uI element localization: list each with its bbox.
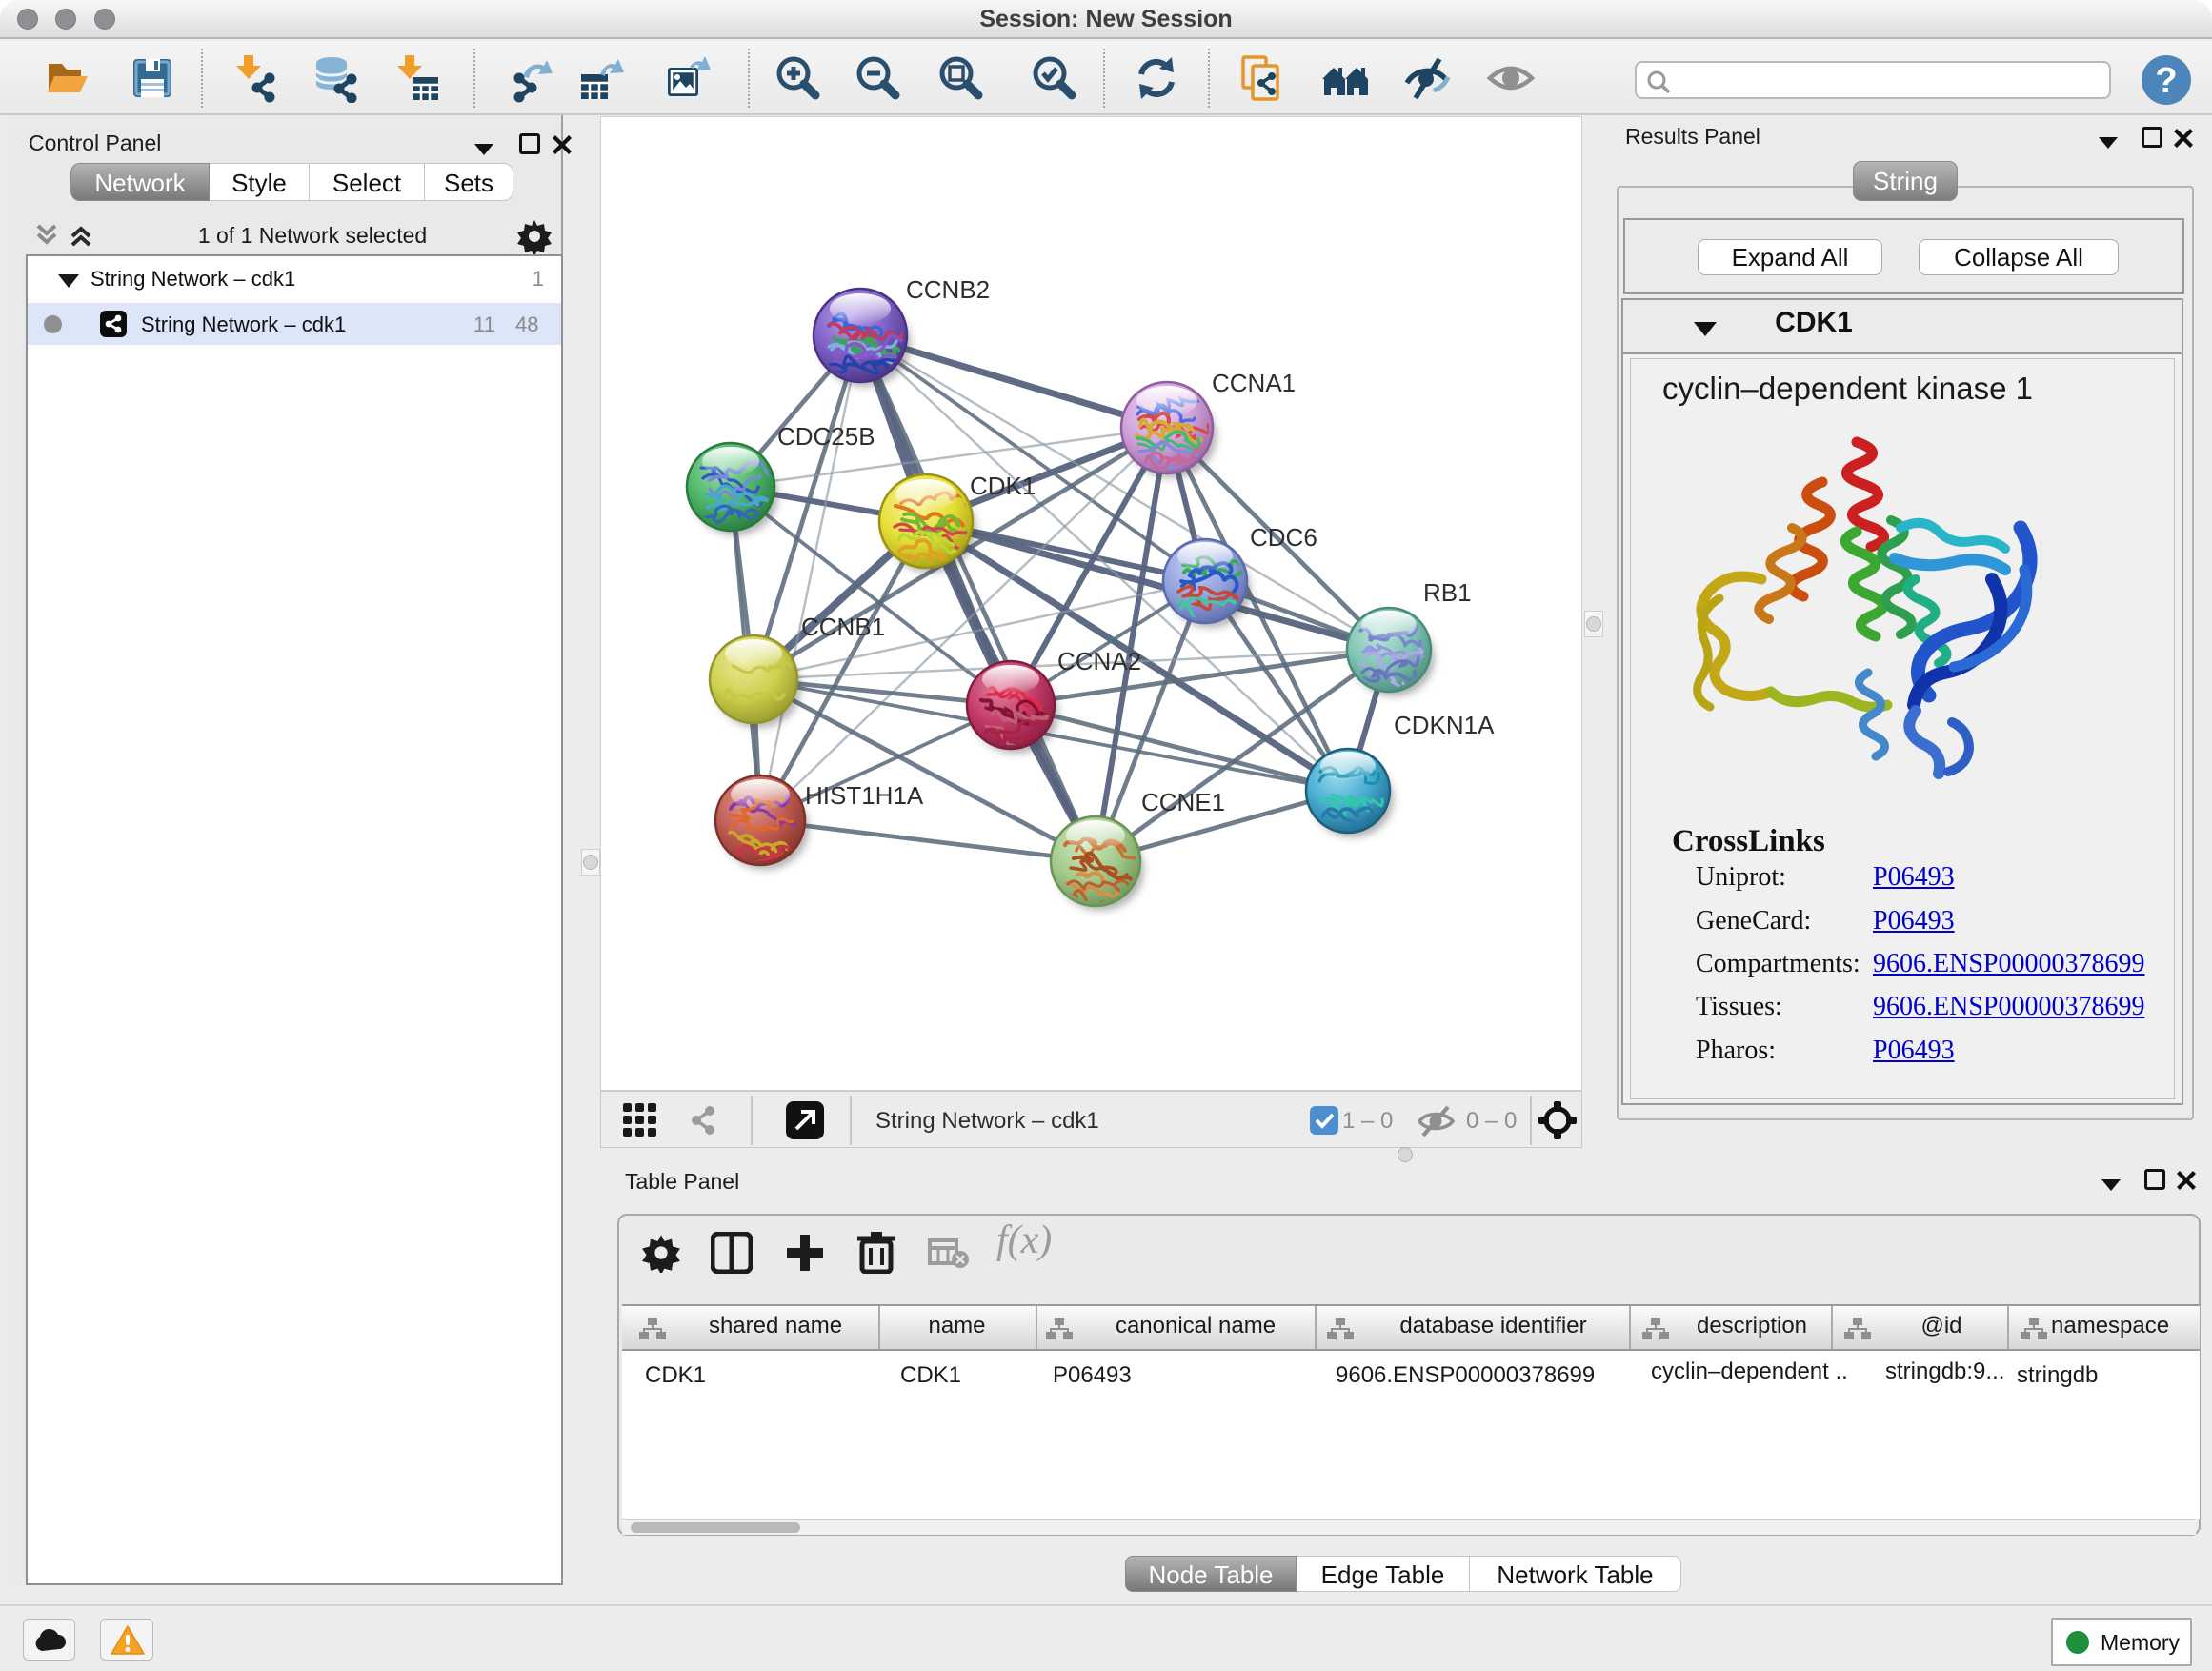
svg-text:RB1: RB1: [1423, 578, 1472, 607]
svg-text:?: ?: [2155, 61, 2177, 101]
svg-text:CCNA1: CCNA1: [1212, 369, 1296, 397]
svg-text:CCNA2: CCNA2: [1057, 647, 1141, 675]
svg-text:HIST1H1A: HIST1H1A: [805, 781, 924, 810]
svg-text:CDK1: CDK1: [970, 472, 1036, 500]
svg-text:CDC6: CDC6: [1250, 523, 1317, 552]
svg-text:CDC25B: CDC25B: [777, 422, 875, 451]
svg-text:CCNE1: CCNE1: [1141, 788, 1225, 816]
svg-text:CCNB2: CCNB2: [906, 275, 990, 304]
svg-text:CDKN1A: CDKN1A: [1394, 711, 1495, 739]
svg-text:CCNB1: CCNB1: [801, 613, 885, 641]
